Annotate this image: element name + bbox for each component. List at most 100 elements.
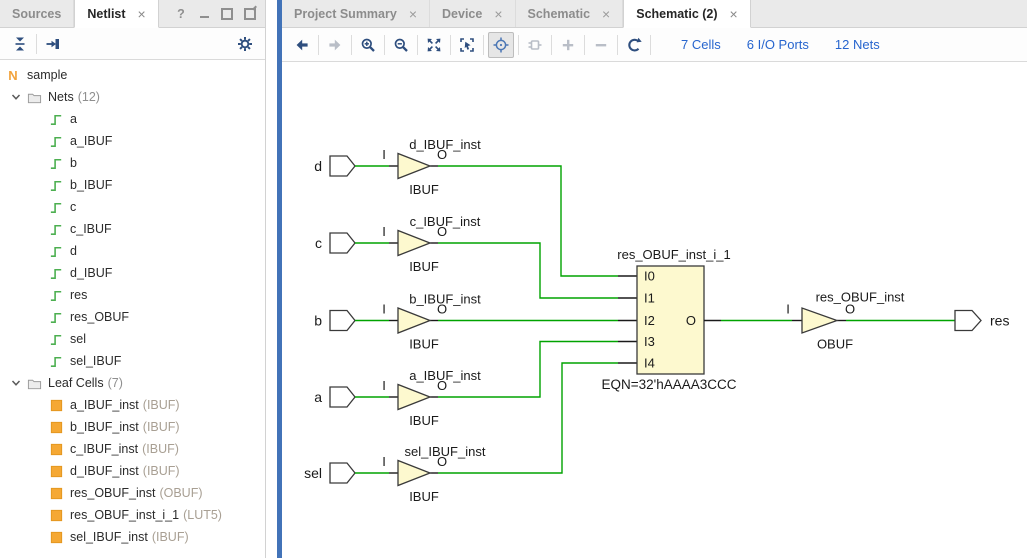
tree-item-c[interactable]: c — [0, 196, 265, 218]
input-port-d[interactable]: d — [314, 156, 355, 176]
tab-close-icon[interactable]: × — [602, 9, 610, 19]
ibuf-symbol-d_IBUF_inst[interactable]: I O d_IBUF_inst IBUF — [382, 137, 481, 197]
schematic-canvas-area: d I O d_IBUF_inst IBUF c I O c_IBUF_inst… — [282, 62, 1027, 558]
svg-text:b: b — [314, 313, 322, 329]
cell-icon — [48, 442, 64, 457]
chevron-down-icon[interactable] — [10, 92, 22, 102]
tree-item-label: c — [70, 200, 76, 214]
tree-item-a-ibuf[interactable]: a_IBUF — [0, 130, 265, 152]
input-port-a[interactable]: a — [314, 387, 355, 407]
zoom-fit-icon[interactable] — [422, 33, 446, 57]
tree-item-res[interactable]: res — [0, 284, 265, 306]
settings-gear-icon[interactable] — [233, 32, 257, 56]
tab-schematic-2-[interactable]: Schematic (2)× — [623, 0, 750, 28]
tree-item-label: b — [70, 156, 77, 170]
tree-item-d-ibuf-inst[interactable]: d_IBUF_inst(IBUF) — [0, 460, 265, 482]
tree-item-sample[interactable]: Nsample — [0, 64, 265, 86]
7-cells-link[interactable]: 7 Cells — [681, 37, 721, 52]
tree-item-b-ibuf[interactable]: b_IBUF — [0, 174, 265, 196]
tree-item-sel-ibuf-inst[interactable]: sel_IBUF_inst(IBUF) — [0, 526, 265, 548]
scroll-to-selected-icon[interactable] — [41, 32, 65, 56]
tree-item-leaf-cells[interactable]: Leaf Cells(7) — [0, 372, 265, 394]
tree-item-d-ibuf[interactable]: d_IBUF — [0, 262, 265, 284]
svg-text:IBUF: IBUF — [409, 489, 439, 504]
select-area-icon[interactable] — [455, 33, 479, 57]
tab-close-icon[interactable]: × — [494, 9, 502, 19]
tree-item-celltype: (OBUF) — [159, 486, 202, 500]
tree-item-label: c_IBUF_inst — [70, 442, 138, 456]
ibuf-symbol-b_IBUF_inst[interactable]: I O b_IBUF_inst IBUF — [382, 292, 481, 352]
6-i-o-ports-link[interactable]: 6 I/O Ports — [747, 37, 809, 52]
net-wire-c[interactable] — [355, 243, 618, 298]
tree-item-res-obuf-inst[interactable]: res_OBUF_inst(OBUF) — [0, 482, 265, 504]
net-icon — [48, 134, 64, 149]
folder-icon — [26, 90, 42, 105]
tab-close-icon[interactable]: × — [138, 9, 146, 19]
net-icon — [48, 310, 64, 325]
input-port-c[interactable]: c — [315, 233, 355, 253]
lut-symbol-res_OBUF_inst_i_1[interactable]: I0I1I2I3I4 O res_OBUF_inst_i_1 EQN=32'hA… — [601, 247, 736, 392]
svg-text:I: I — [786, 302, 790, 317]
tree-item-d[interactable]: d — [0, 240, 265, 262]
tree-item-celltype: (IBUF) — [143, 420, 180, 434]
ibuf-symbol-sel_IBUF_inst[interactable]: I O sel_IBUF_inst IBUF — [382, 444, 486, 504]
output-port-res[interactable]: res — [955, 311, 1009, 331]
collapse-all-icon[interactable] — [8, 32, 32, 56]
tree-item-c-ibuf[interactable]: c_IBUF — [0, 218, 265, 240]
net-wire-sel[interactable] — [355, 363, 618, 473]
net-wire-a[interactable] — [355, 342, 618, 398]
svg-text:EQN=32'hAAAA3CCC: EQN=32'hAAAA3CCC — [601, 377, 736, 392]
float-icon[interactable] — [244, 8, 256, 20]
12-nets-link[interactable]: 12 Nets — [835, 37, 880, 52]
net-icon — [48, 156, 64, 171]
tree-item-res-obuf[interactable]: res_OBUF — [0, 306, 265, 328]
tree-item-sel[interactable]: sel — [0, 328, 265, 350]
tree-item-res-obuf-inst-i-1[interactable]: res_OBUF_inst_i_1(LUT5) — [0, 504, 265, 526]
tree-item-b[interactable]: b — [0, 152, 265, 174]
cell-icon — [48, 530, 64, 545]
tab-sources[interactable]: Sources — [0, 0, 74, 27]
tree-item-a-ibuf-inst[interactable]: a_IBUF_inst(IBUF) — [0, 394, 265, 416]
tab-close-icon[interactable]: × — [409, 9, 417, 19]
autofit-selection-icon[interactable] — [488, 32, 514, 58]
input-port-b[interactable]: b — [314, 311, 355, 331]
zoom-out-icon[interactable] — [389, 33, 413, 57]
regenerate-icon[interactable] — [622, 33, 646, 57]
schematic-canvas[interactable]: d I O d_IBUF_inst IBUF c I O c_IBUF_inst… — [282, 62, 1027, 558]
svg-text:I1: I1 — [644, 291, 655, 306]
tree-item-sel-ibuf[interactable]: sel_IBUF — [0, 350, 265, 372]
tree-item-nets[interactable]: Nets(12) — [0, 86, 265, 108]
netlist-icon: N — [5, 68, 21, 83]
svg-text:res: res — [990, 313, 1009, 329]
tree-item-label: sample — [27, 68, 67, 82]
svg-text:I2: I2 — [644, 313, 655, 328]
net-wire-d[interactable] — [355, 166, 618, 276]
help-icon[interactable]: ? — [175, 8, 187, 20]
zoom-in-icon[interactable] — [356, 33, 380, 57]
input-port-sel[interactable]: sel — [304, 463, 355, 483]
net-icon — [48, 332, 64, 347]
tree-item-label: res_OBUF — [70, 310, 129, 324]
svg-text:O: O — [686, 313, 696, 328]
tab-project-summary[interactable]: Project Summary× — [282, 0, 430, 27]
toolbar-separator — [584, 35, 585, 55]
tree-item-label: b_IBUF — [70, 178, 112, 192]
tab-close-icon[interactable]: × — [730, 9, 738, 19]
tab-schematic[interactable]: Schematic× — [516, 0, 624, 27]
ibuf-symbol-a_IBUF_inst[interactable]: I O a_IBUF_inst IBUF — [382, 368, 481, 428]
netlist-panel: SourcesNetlist×? NsampleNets(12)aa_IBUFb… — [0, 0, 266, 558]
tree-item-label: b_IBUF_inst — [70, 420, 139, 434]
tab-device[interactable]: Device× — [430, 0, 516, 27]
minimize-icon[interactable] — [198, 8, 210, 20]
tree-item-c-ibuf-inst[interactable]: c_IBUF_inst(IBUF) — [0, 438, 265, 460]
back-arrow-icon[interactable] — [290, 33, 314, 57]
chevron-down-icon[interactable] — [10, 378, 22, 388]
svg-text:IBUF: IBUF — [409, 182, 439, 197]
tree-item-a[interactable]: a — [0, 108, 265, 130]
ibuf-symbol-c_IBUF_inst[interactable]: I O c_IBUF_inst IBUF — [382, 214, 481, 274]
tree-item-b-ibuf-inst[interactable]: b_IBUF_inst (IBUF) — [0, 416, 265, 438]
tab-netlist[interactable]: Netlist× — [74, 0, 158, 28]
maximize-icon[interactable] — [221, 8, 233, 20]
svg-text:I: I — [382, 224, 386, 239]
schematic-panel: Project Summary×Device×Schematic×Schemat… — [282, 0, 1027, 558]
